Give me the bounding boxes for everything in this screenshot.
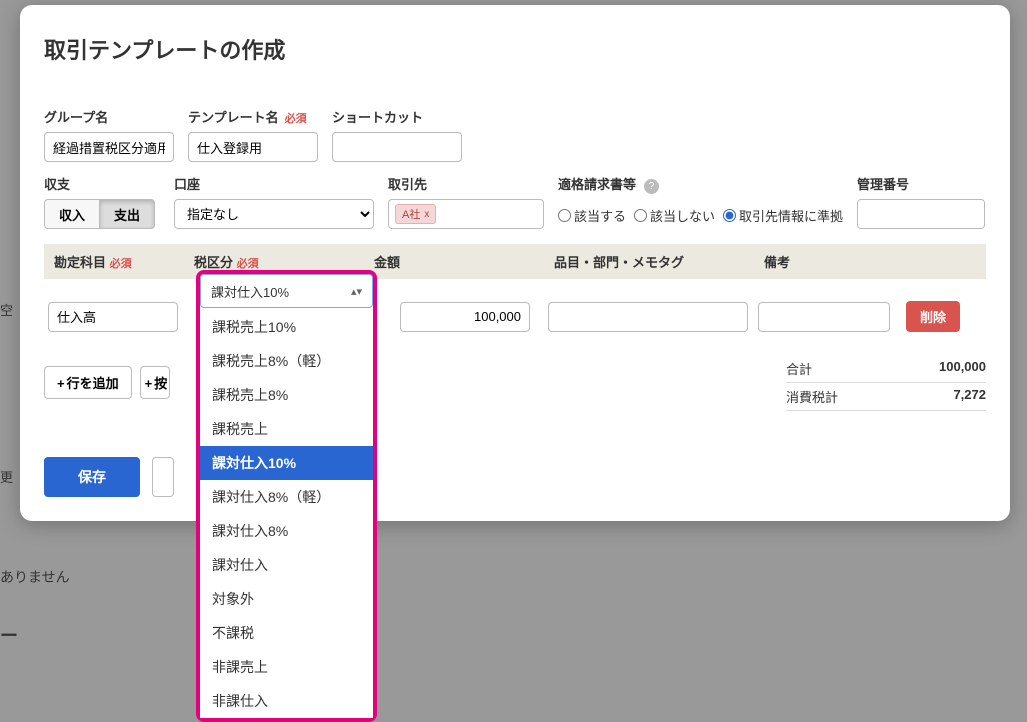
item-input[interactable]	[548, 302, 748, 332]
save-button[interactable]: 保存	[44, 457, 140, 497]
note-input[interactable]	[758, 302, 890, 332]
tax-option[interactable]: 非課仕入	[200, 684, 373, 718]
shortcut-input[interactable]	[332, 132, 462, 162]
tax-category-dropdown[interactable]: 課対仕入10% ▴▾ 課税売上10%課税売上8%（軽）課税売上8%課税売上課対仕…	[196, 270, 377, 722]
caret-updown-icon: ▴▾	[351, 285, 362, 298]
invoice-option-applicable[interactable]: 該当する	[558, 206, 626, 225]
expense-button[interactable]: 支出	[99, 199, 155, 229]
subject-input[interactable]	[48, 302, 178, 332]
partner-tag-label: A社	[402, 206, 420, 222]
tax-option[interactable]: 不課税	[200, 616, 373, 650]
backdrop-text-1: 空	[0, 300, 13, 319]
backdrop-text-3: ありません	[0, 567, 70, 587]
tax-category-select-display[interactable]: 課対仕入10% ▴▾	[200, 274, 373, 308]
tax-option[interactable]: 課税売上8%	[200, 378, 373, 412]
header-amount: 金額	[364, 244, 544, 279]
tax-option[interactable]: 課対仕入	[200, 548, 373, 582]
partner-tag-input[interactable]: A社 x	[388, 199, 544, 229]
remove-tag-icon[interactable]: x	[424, 209, 429, 220]
tax-option[interactable]: 課税売上8%（軽）	[200, 344, 373, 378]
tax-option[interactable]: 課対仕入8%	[200, 514, 373, 548]
tax-category-option-list: 課税売上10%課税売上8%（軽）課税売上8%課税売上課対仕入10%課対仕入8%（…	[200, 310, 373, 718]
invoice-radio-3[interactable]	[723, 209, 736, 222]
required-badge: 必須	[285, 110, 307, 126]
invoice-option-not-applicable[interactable]: 該当しない	[634, 206, 715, 225]
income-button[interactable]: 収入	[44, 199, 99, 229]
tax-option[interactable]: 対象外	[200, 582, 373, 616]
required-badge: 必須	[110, 258, 132, 270]
total-label: 合計	[786, 359, 812, 378]
income-expense-label: 収支	[44, 174, 70, 193]
tax-option[interactable]: 課税売上10%	[200, 310, 373, 344]
create-transaction-template-dialog: 取引テンプレートの作成 グループ名 テンプレート名 必須 ショートカット 収支 …	[20, 5, 1010, 521]
invoice-option-partner-based[interactable]: 取引先情報に準拠	[723, 206, 843, 225]
invoice-radio-2[interactable]	[634, 209, 647, 222]
delete-row-button[interactable]: 削除	[906, 301, 960, 332]
partner-tag[interactable]: A社 x	[395, 204, 436, 224]
tax-total-label: 消費税計	[786, 387, 838, 406]
tax-total-value: 7,272	[953, 387, 986, 406]
header-note: 備考	[754, 244, 896, 279]
invoice-radio-1[interactable]	[558, 209, 571, 222]
tax-option[interactable]: 課対仕入10%	[200, 446, 373, 480]
tax-option[interactable]: 非課売上	[200, 650, 373, 684]
group-name-input[interactable]	[44, 132, 174, 162]
template-name-label: テンプレート名	[188, 107, 279, 126]
add-row-button[interactable]: +行を追加	[44, 366, 132, 399]
management-no-input[interactable]	[857, 199, 985, 229]
tax-option[interactable]: 課税売上	[200, 412, 373, 446]
plus-icon: +	[57, 376, 65, 391]
header-item: 品目・部門・メモタグ	[544, 244, 754, 279]
add-control-button[interactable]: +按	[140, 366, 170, 399]
required-badge: 必須	[237, 258, 259, 270]
header-subject: 勘定科目	[54, 255, 106, 270]
line-item-row: 削除	[44, 279, 986, 338]
dialog-title: 取引テンプレートの作成	[44, 33, 986, 65]
account-select[interactable]: 指定なし	[174, 199, 374, 229]
management-no-label: 管理番号	[857, 174, 909, 193]
line-items-header: 勘定科目 必須 税区分 必須 金額 品目・部門・メモタグ 備考	[44, 244, 986, 279]
template-name-input[interactable]	[188, 132, 318, 162]
qualified-invoice-label: 適格請求書等	[558, 174, 636, 193]
tax-option[interactable]: 課対仕入8%（軽）	[200, 480, 373, 514]
group-name-label: グループ名	[44, 107, 108, 126]
partner-label: 取引先	[388, 174, 427, 193]
backdrop-text-2: 更	[0, 467, 13, 486]
help-icon[interactable]: ?	[644, 179, 659, 194]
backdrop-text-4: ー	[0, 622, 18, 648]
secondary-action-button[interactable]	[152, 457, 174, 497]
header-tax: 税区分	[194, 255, 233, 270]
total-value: 100,000	[939, 359, 986, 378]
amount-input[interactable]	[400, 302, 530, 332]
account-label: 口座	[174, 174, 200, 193]
totals-panel: 合計 100,000 消費税計 7,272	[786, 355, 986, 411]
shortcut-label: ショートカット	[332, 107, 423, 126]
plus-icon: +	[145, 376, 153, 391]
